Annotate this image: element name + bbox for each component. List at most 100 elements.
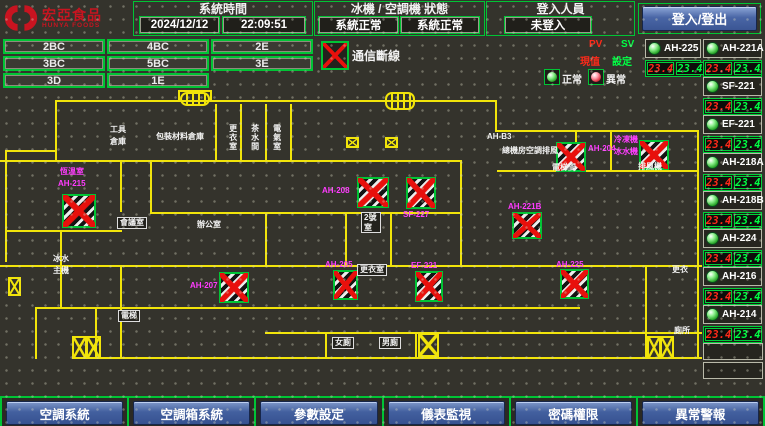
system-time-value: 22:09:51 (223, 17, 305, 33)
map-label: 女廁 (332, 337, 354, 349)
sv-value: 23.4 (734, 62, 761, 75)
alarm-unit-AH-225[interactable] (560, 269, 589, 299)
wall-segment (697, 130, 699, 359)
stairwell-x-icon (72, 336, 87, 359)
floor-button-2BC[interactable]: 2BC (3, 39, 105, 54)
pv-value: 23.4 (705, 62, 732, 75)
floor-button-2E[interactable]: 2E (211, 39, 313, 54)
wall-segment (55, 100, 497, 102)
alarm-unit-AH-221B[interactable] (512, 212, 542, 239)
wall-segment (150, 162, 152, 214)
map-label: 排風機 (638, 162, 662, 172)
device-AH-224[interactable]: AH-22423.423.4 (703, 229, 762, 267)
nav-cell: 密碼權限 (511, 398, 638, 426)
floor-button-4BC[interactable]: 4BC (107, 39, 209, 54)
hmi-screen: 恆溫室AH-215AH-207AH-208SF-227AH-204冷凍機冰水機A… (0, 0, 765, 426)
floor-button-5BC[interactable]: 5BC (107, 56, 209, 71)
pv-value: 23.4 (705, 214, 732, 227)
stairwell-x-icon (346, 137, 359, 148)
login-label: 登入人員 (487, 2, 634, 16)
wall-segment (5, 152, 7, 262)
map-label: 電梯 (118, 310, 140, 322)
map-label: 會議室 (117, 217, 147, 229)
wall-segment (215, 104, 217, 162)
nav-button-4[interactable]: 儀表監視 (388, 401, 505, 425)
nav-cell: 空調系統 (0, 398, 129, 426)
sv-legend: SV (621, 39, 634, 50)
map-label: 總機房空調排風 (502, 146, 558, 156)
nav-button-2[interactable]: 空調箱系統 (133, 401, 250, 425)
wall-segment (495, 130, 699, 132)
login-status-value: 未登入 (505, 17, 591, 33)
device-AH-218A[interactable]: AH-218A23.423.4 (703, 153, 762, 191)
status-led-icon (706, 232, 719, 245)
device-name: EF-221 (703, 115, 762, 134)
map-label: AH-205 (325, 260, 353, 270)
pv-value: 23.4 (705, 176, 732, 189)
map-label: 冰水 (53, 254, 69, 264)
nav-button-6[interactable]: 異常警報 (642, 401, 759, 425)
map-label: 男廁 (379, 337, 401, 349)
pv-value: 23.4 (705, 252, 732, 265)
login-logout-button[interactable]: 登入/登出 (638, 3, 761, 34)
nav-button-5[interactable]: 密碼權限 (515, 401, 632, 425)
sv-value: 23.4 (734, 214, 761, 227)
map-label: 更衣 (672, 265, 688, 275)
floor-button-1E[interactable]: 1E (107, 73, 209, 88)
alarm-unit-AH-208[interactable] (357, 177, 389, 208)
alarm-unit-AH-205[interactable] (333, 270, 358, 300)
system-date-value: 2024/12/12 (140, 17, 219, 33)
nav-button-3[interactable]: 參數設定 (260, 401, 377, 425)
stairwell-x-icon (418, 333, 439, 357)
device-AH-221A[interactable]: AH-221A23.423.4 (703, 39, 762, 77)
map-label: 更衣室 (228, 124, 238, 151)
bottom-nav: 空調系統空調箱系統參數設定儀表監視密碼權限異常警報 (0, 396, 765, 426)
stairwell-x-icon (385, 137, 398, 148)
device-values: 23.423.4 (703, 98, 762, 115)
map-label: 倉庫 (110, 137, 126, 147)
device-values: 23.423.4 (703, 136, 762, 153)
alarm-unit-EF-221[interactable] (415, 271, 443, 302)
map-label: 茶水間 (250, 124, 260, 151)
brand-name-en: HUNYA FOODS (42, 22, 102, 29)
device-SF-221[interactable]: SF-22123.423.4 (703, 77, 762, 115)
sv-value: 23.4 (734, 290, 761, 303)
map-label: 廁所 (674, 326, 690, 336)
device-values: 23.423.4 (703, 288, 762, 305)
wall-segment (325, 334, 327, 359)
alarm-unit-SF-227[interactable] (406, 177, 436, 209)
map-label: AH-225 (556, 260, 584, 270)
pv-value: 23.4 (705, 328, 732, 341)
floor-button-3BC[interactable]: 3BC (3, 56, 105, 71)
status-led-icon (706, 270, 719, 283)
sv-name-legend: 設定 (612, 53, 632, 68)
wall-segment (0, 160, 462, 162)
device-EF-221[interactable]: EF-221 23.423.4 (703, 115, 762, 153)
normal-led-icon (544, 69, 560, 85)
device-name: AH-225 (645, 39, 701, 58)
wall-segment (265, 214, 267, 267)
wall-segment (5, 230, 122, 232)
pv-value: 23.4 (705, 100, 732, 113)
alarm-unit-AH-215[interactable] (62, 194, 96, 228)
device-values: 23.423.4 (645, 60, 701, 77)
map-label: AH-215 (58, 179, 86, 189)
device-name: AH-214 (703, 305, 762, 324)
comm-loss-label: 通信斷線 (352, 47, 400, 64)
map-label: 主機 (53, 266, 69, 276)
floor-button-3E[interactable]: 3E (211, 56, 313, 71)
map-label: 2號室 (361, 212, 381, 233)
device-AH-218B[interactable]: AH-218B 23.423.4 (703, 191, 762, 229)
device-AH-214[interactable]: AH-21423.423.4 (703, 305, 762, 343)
floor-button-3D[interactable]: 3D (3, 73, 105, 88)
nav-button-1[interactable]: 空調系統 (6, 401, 123, 425)
device-AH-216[interactable]: AH-21623.423.4 (703, 267, 762, 305)
device-name: AH-218B (703, 191, 762, 210)
pv-value: 23.4 (705, 138, 732, 151)
map-label: 冷凍機 (614, 135, 638, 145)
pv-name-legend: 現值 (580, 53, 600, 68)
alarm-unit-AH-207[interactable] (219, 272, 249, 303)
status-led-icon (706, 308, 719, 321)
map-label: AH-208 (322, 186, 350, 196)
device-AH-225[interactable]: AH-225 23.423.4 (645, 39, 701, 77)
